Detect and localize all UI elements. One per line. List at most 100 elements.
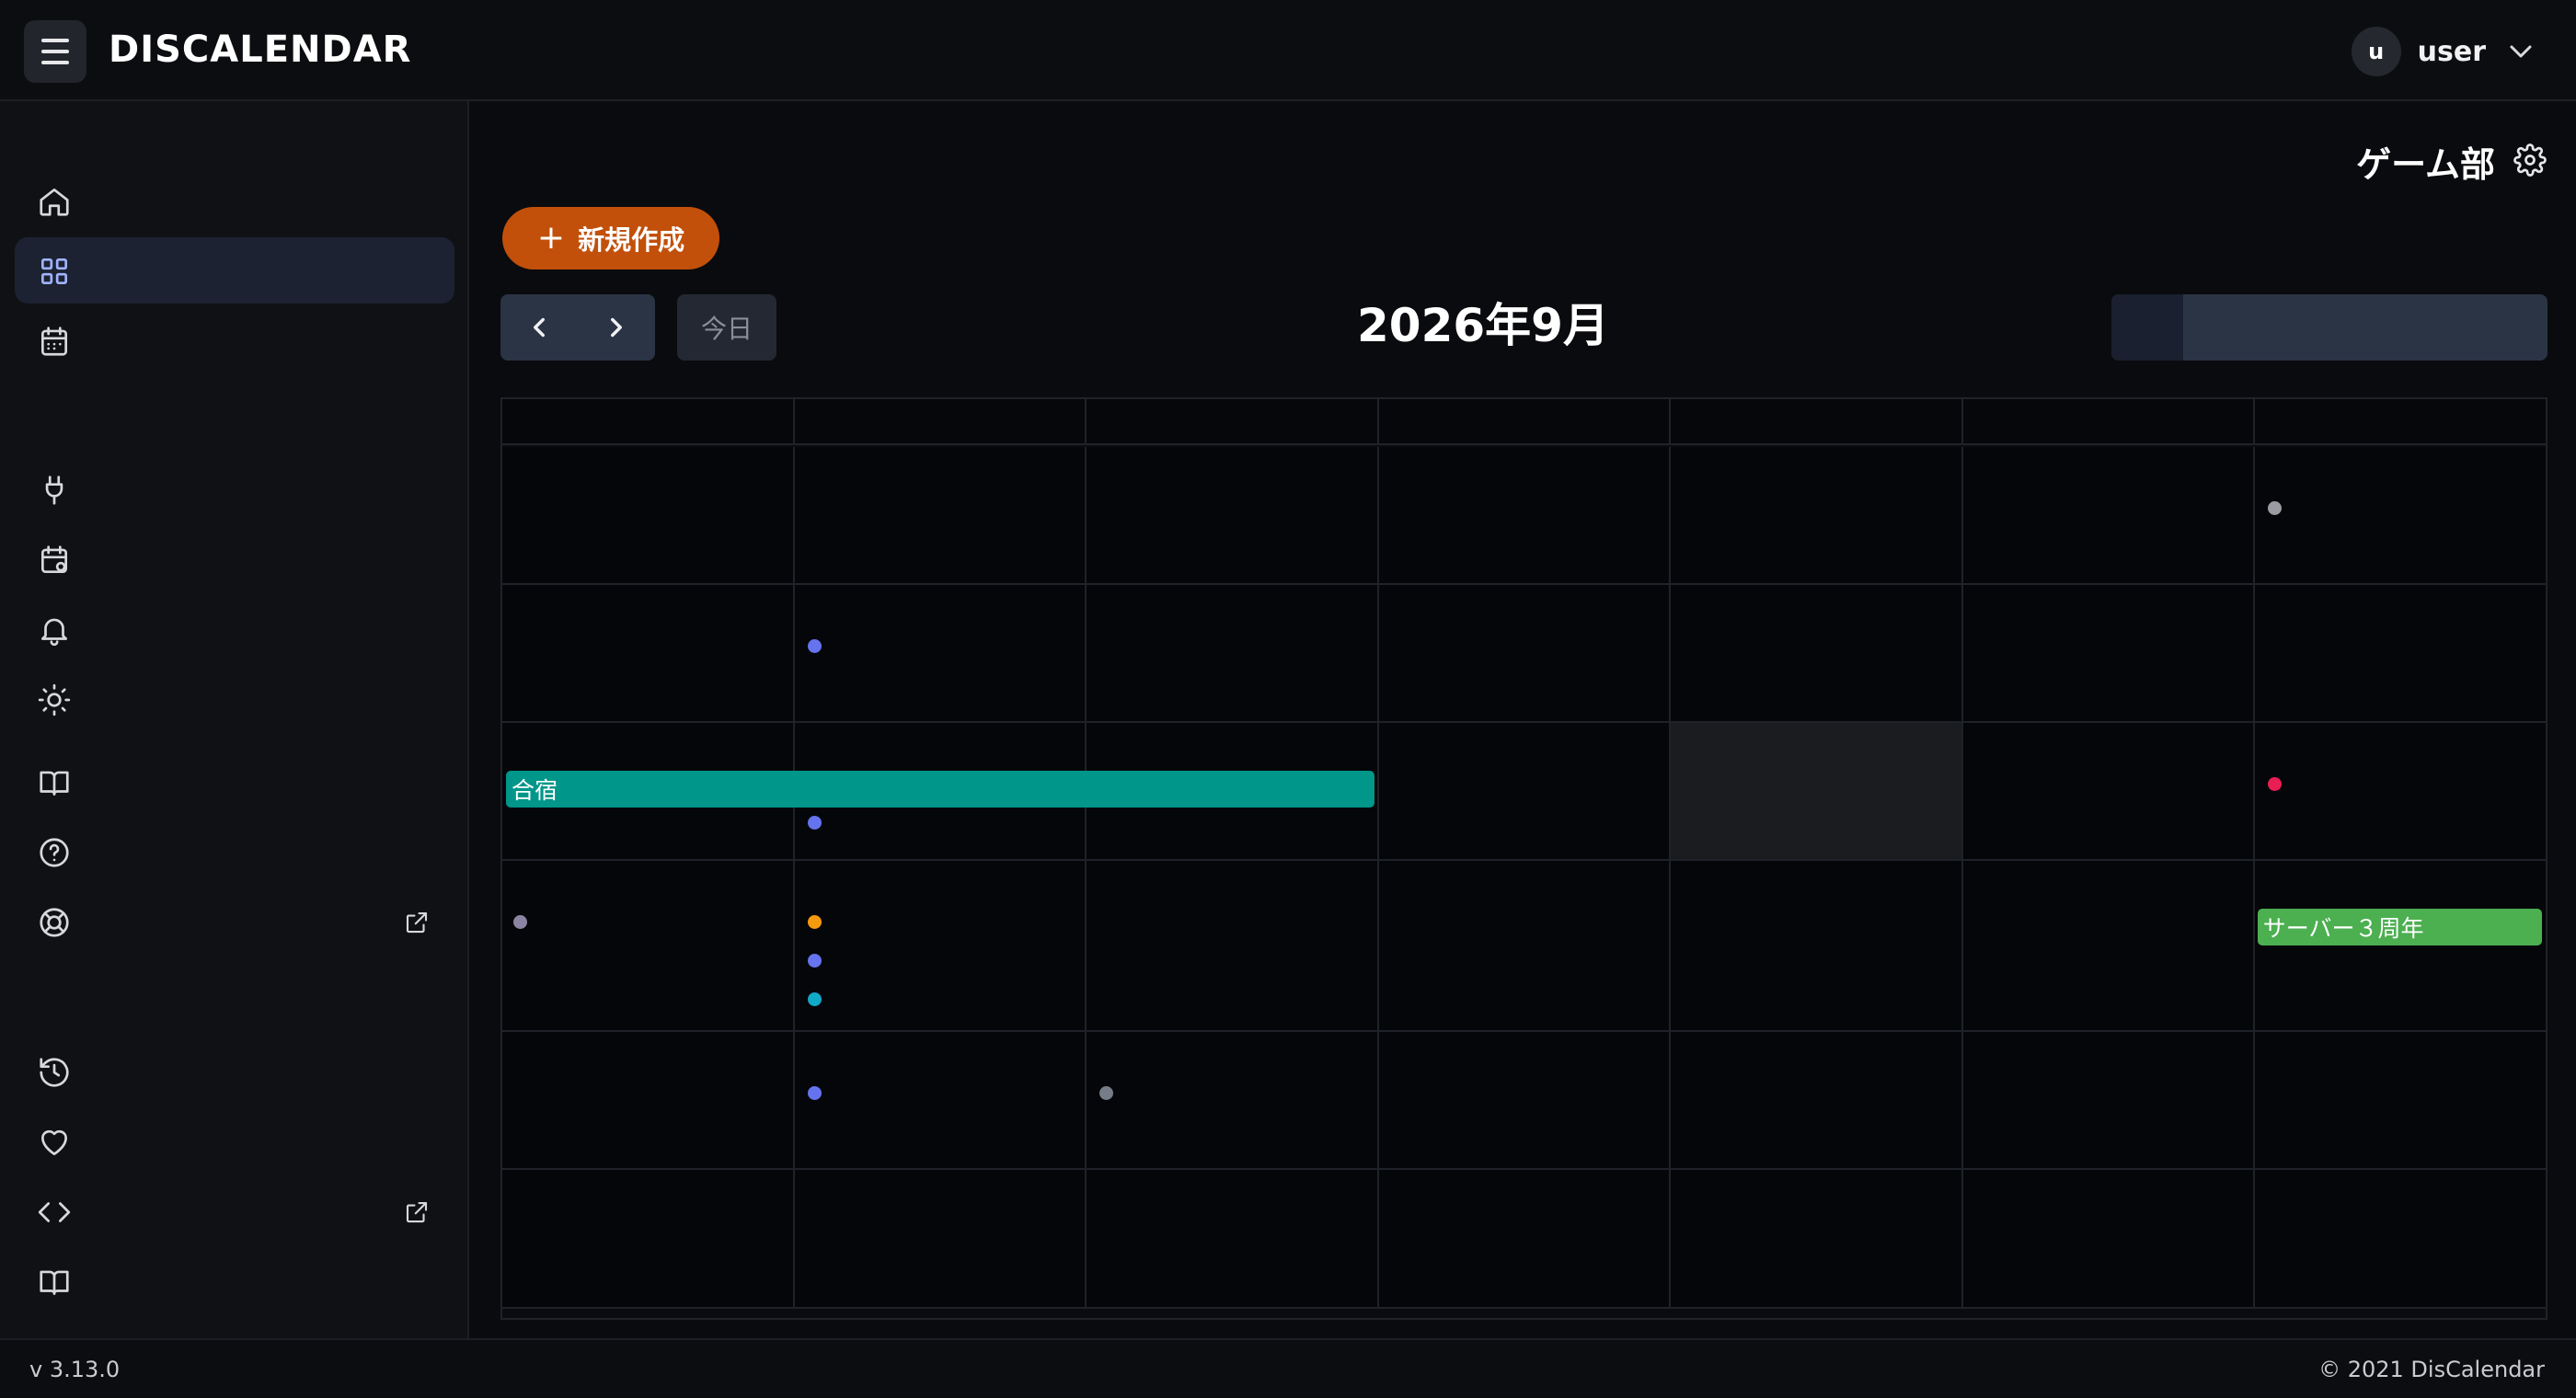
calendar-day-cell[interactable] [1962,1032,2256,1168]
calendar-day-cell[interactable] [794,585,1087,721]
sidebar-item[interactable] [15,596,454,662]
multi-day-event[interactable]: 合宿 [506,771,1374,808]
sidebar-item[interactable] [15,888,454,955]
calendar-day-cell[interactable] [502,861,795,1030]
calendar-day-cell[interactable] [2255,585,2547,721]
external-link-icon [406,1201,428,1223]
calendar-event[interactable] [513,905,549,938]
heart-icon [40,1129,68,1156]
sidebar-item[interactable] [15,237,454,304]
sidebar-item[interactable] [15,819,454,885]
hamburger-menu-button[interactable] [24,20,86,83]
sidebar [0,101,469,1338]
calendar-event[interactable] [807,629,844,662]
sidebar-item[interactable] [15,167,454,234]
calendar-event[interactable] [2268,491,2304,524]
sidebar-item[interactable] [15,1248,454,1314]
user-name: user [2417,35,2486,68]
calendar-day-cell[interactable] [1087,1170,1379,1307]
history-icon [40,1058,69,1087]
main-content: ゲーム部 + 新規作成 今日 2026年9月 合宿 サーバー３周年 [471,103,2576,1338]
multi-day-event[interactable]: サーバー３周年 [2257,909,2542,945]
calendar-event[interactable] [2268,767,2304,800]
calendar-event[interactable] [807,982,844,1015]
day-number [802,870,810,900]
calendar-day-cell[interactable] [794,1032,1087,1168]
calendar-day-cell[interactable] [1378,1032,1672,1168]
new-event-label: 新規作成 [578,224,685,256]
new-event-button[interactable]: + 新規作成 [502,207,719,269]
sidebar-item[interactable] [15,1038,454,1105]
plus-icon: + [536,219,566,257]
today-button[interactable]: 今日 [677,294,776,361]
sidebar-item[interactable] [15,526,454,592]
calendar-day-cell[interactable] [1087,585,1379,721]
calendar-day-cell[interactable] [1087,861,1379,1030]
calendar-event[interactable] [1099,1076,1135,1109]
event-color-dot [2268,776,2283,791]
weekday-label [502,399,795,443]
calendar-day-cell[interactable] [502,585,795,721]
calendar-event[interactable] [807,806,844,839]
calendar-day-cell[interactable] [2255,723,2547,859]
weekday-label [1671,399,1963,443]
menu-icon [41,39,69,42]
calendar-day-cell[interactable] [502,1170,795,1307]
calendar-day-cell[interactable] [1671,447,1963,583]
next-month-button[interactable] [578,294,655,361]
external-link-icon [406,911,428,934]
calendar-week-row [502,585,2547,723]
gear-icon[interactable] [2513,143,2547,177]
sidebar-item[interactable] [15,307,454,373]
view-button[interactable] [2111,294,2183,361]
chevron-left-icon [534,317,545,338]
weekday-label [2255,399,2546,443]
calendar-day-cell[interactable] [2255,447,2547,583]
calendar-day-cell[interactable] [1378,447,1672,583]
calendar-day-cell[interactable] [2255,1170,2547,1307]
brand-logo-text[interactable]: DISCALENDAR [109,28,411,72]
calendar-day-cell[interactable] [1671,585,1963,721]
calendar-day-cell[interactable] [2255,1032,2547,1168]
sidebar-item[interactable] [15,1178,454,1244]
chevron-down-icon [2510,45,2532,58]
copyright-label: © 2021 DisCalendar [2318,1357,2545,1382]
user-menu[interactable]: u user [2351,26,2539,77]
calendar-day-cell[interactable] [1962,585,2256,721]
sidebar-item[interactable] [15,666,454,732]
calendar-day-cell[interactable] [1378,585,1672,721]
lifebuoy-icon [40,908,69,937]
calendar-event[interactable] [807,905,844,938]
calendar-day-cell[interactable] [1087,1032,1379,1168]
calendar-event[interactable] [807,944,844,977]
calendar-day-cell[interactable] [1671,1032,1963,1168]
calendar-day-cell[interactable] [1671,1170,1963,1307]
calendar-day-cell[interactable] [1962,447,2256,583]
calendar-day-cell[interactable] [1671,723,1963,859]
calendar-day-cell[interactable] [1962,861,2256,1030]
sidebar-item[interactable] [15,1108,454,1175]
calendar-day-cell[interactable] [2255,861,2547,1030]
sidebar-item[interactable] [15,749,454,815]
calendar-day-cell[interactable] [1378,723,1672,859]
calendar-day-cell[interactable] [502,1032,795,1168]
prev-month-button[interactable] [500,294,578,361]
calendar-day-cell[interactable] [1378,1170,1672,1307]
calendar-day-cell[interactable] [1962,1170,2256,1307]
calendar-day-cell[interactable] [1671,861,1963,1030]
view-button[interactable] [2255,294,2343,361]
calendar-day-cell[interactable] [502,447,795,583]
view-button[interactable] [2343,294,2424,361]
weekday-label [1087,399,1379,443]
calendar-day-cell[interactable] [794,447,1087,583]
view-button[interactable] [2183,294,2255,361]
weekday-label [1379,399,1672,443]
sidebar-item[interactable] [15,456,454,522]
calendar-day-cell[interactable] [1962,723,2256,859]
calendar-day-cell[interactable] [1378,861,1672,1030]
calendar-day-cell[interactable] [1087,447,1379,583]
calendar-event[interactable] [807,1076,844,1109]
calendar-day-cell[interactable] [794,861,1087,1030]
view-button[interactable] [2424,294,2547,361]
calendar-day-cell[interactable] [794,1170,1087,1307]
